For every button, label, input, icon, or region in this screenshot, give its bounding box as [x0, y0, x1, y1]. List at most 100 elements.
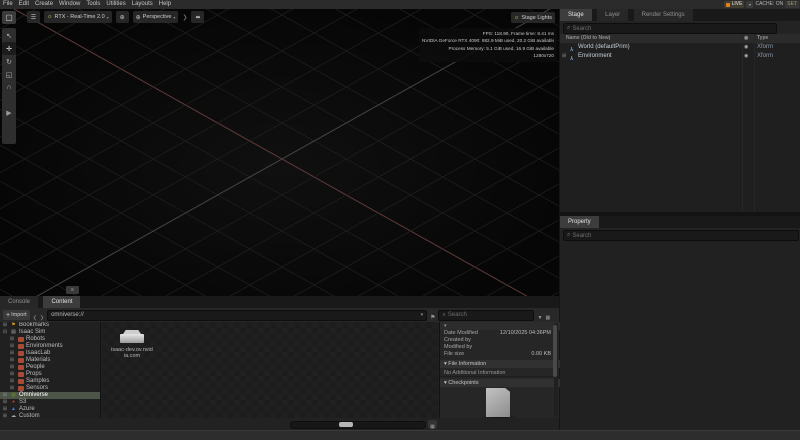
menu-edit[interactable]: Edit — [16, 0, 32, 9]
settings-label[interactable]: SET — [785, 1, 799, 8]
tree-item-sensors[interactable]: ⊞ Sensors — [0, 385, 100, 392]
live-dropdown-caret-icon[interactable]: ▾ — [746, 1, 753, 8]
tab-property[interactable]: Property — [560, 216, 599, 228]
folder-icon — [18, 386, 24, 391]
expander-icon[interactable]: ⊞ — [9, 364, 15, 371]
viewport-log-button[interactable]: ≡ — [66, 286, 79, 294]
grid-view-button[interactable] — [428, 420, 437, 428]
rotate-tool-button[interactable]: ↻ — [2, 55, 16, 68]
content-search-input[interactable]: Search — [438, 310, 534, 321]
content-tree[interactable]: ⊞⚑Bookmarks⊟▤Isaac Sim⊞Robots⊞Environmen… — [0, 322, 101, 418]
stage-search-input[interactable]: Search — [563, 23, 777, 34]
menu-create[interactable]: Create — [32, 0, 56, 9]
expander-icon[interactable]: ⊞ — [2, 399, 8, 406]
tree-item-label: Sensors — [26, 385, 48, 392]
expander-icon[interactable]: ⊞ — [9, 371, 15, 378]
visibility-column-icon[interactable]: ◉ — [744, 34, 748, 43]
selection-mode-button[interactable]: ▢ — [2, 11, 16, 24]
no-additional-info: No Additional Information — [440, 370, 560, 377]
prim-type: Xform — [757, 52, 773, 61]
column-name-label[interactable]: Name (Old to New) — [566, 34, 610, 43]
visibility-eye-icon[interactable]: ◉ — [744, 52, 748, 61]
stage-tree[interactable]: YWorld (defaultPrim)◉Xform⊞YEnvironment◉… — [560, 43, 800, 212]
checkpoint-file-icon[interactable] — [486, 388, 510, 417]
slider-thumb[interactable] — [339, 422, 353, 427]
expander-icon[interactable]: ⊞ — [9, 378, 15, 385]
visibility-eye-icon[interactable]: ◉ — [744, 43, 748, 52]
detail-field-row: Date Modified12/10/2025 04:36PM — [440, 330, 560, 337]
expander-icon[interactable]: ⊞ — [9, 385, 15, 392]
tab-render-settings[interactable]: Render Settings — [634, 9, 693, 21]
scale-tool-button[interactable]: ◱ — [2, 68, 16, 81]
camera-icon — [120, 14, 125, 21]
tree-item-isaac-sim[interactable]: ⊟▤Isaac Sim — [0, 329, 100, 336]
expander-icon[interactable]: ⊞ — [2, 406, 8, 413]
viewport-3d[interactable]: ☼ RTX - Real-Time 2.0 ▾ Perspective ▾ ❯ … — [0, 9, 559, 296]
expander-icon[interactable]: ⊞ — [2, 392, 8, 399]
checkpoints-header[interactable]: ▾ Checkpoints — [440, 379, 560, 387]
address-dropdown-icon[interactable] — [421, 312, 424, 318]
file-information-header[interactable]: ▾ File Information — [440, 360, 560, 368]
file-item[interactable]: isaac-dev.ov.nvidia.com — [104, 326, 160, 359]
tree-item-label: Omniverse — [19, 392, 48, 399]
tab-stage[interactable]: Stage — [560, 9, 592, 21]
tab-layer[interactable]: Layer — [597, 9, 628, 21]
play-tool-button[interactable]: ▶ — [2, 106, 16, 119]
menu-file[interactable]: File — [0, 0, 16, 9]
tab-content[interactable]: Content — [43, 296, 80, 308]
stage-row[interactable]: ⊞YEnvironment◉Xform — [560, 52, 800, 61]
camera-dropdown[interactable]: Perspective ▾ — [133, 11, 179, 23]
menu-help[interactable]: Help — [156, 0, 174, 9]
import-button[interactable]: Import — [3, 310, 30, 320]
tree-item-s3[interactable]: ⊞●S3 — [0, 399, 100, 406]
address-bar[interactable]: omniverse:// — [47, 310, 427, 321]
live-sync-button[interactable]: LIVE — [724, 1, 745, 8]
tree-item-people[interactable]: ⊞People — [0, 364, 100, 371]
menu-right-cluster: LIVE ▾ CACHE: ON SET — [724, 0, 800, 9]
folder-icon — [18, 379, 24, 384]
scrollbar-thumb[interactable] — [553, 325, 557, 377]
property-search-input[interactable]: Search — [563, 230, 799, 241]
grid-line — [0, 247, 559, 297]
tree-item-props[interactable]: ⊞Props — [0, 371, 100, 378]
expander-icon[interactable]: ⊟ — [2, 329, 8, 336]
expander-icon[interactable]: ⊞ — [9, 336, 15, 343]
cache-status[interactable]: CACHE: ON — [755, 0, 783, 9]
file-name: isaac-dev.ov.nvidia.com — [111, 347, 153, 359]
tree-item-omniverse[interactable]: ⊞◎Omniverse — [0, 392, 100, 399]
menu-utilities[interactable]: Utilities — [103, 0, 128, 9]
file-grid[interactable]: isaac-dev.ov.nvidia.com — [102, 322, 438, 418]
tree-item-isaaclab[interactable]: ⊞IsaacLab — [0, 350, 100, 357]
viewport-menu-button[interactable] — [27, 11, 40, 23]
tree-item-robots[interactable]: ⊞Robots — [0, 336, 100, 343]
expander-icon[interactable]: ⊞ — [9, 350, 15, 357]
menu-layouts[interactable]: Layouts — [129, 0, 156, 9]
stage-row[interactable]: YWorld (defaultPrim)◉Xform — [560, 43, 800, 52]
expander-icon[interactable]: ⊞ — [9, 343, 15, 350]
column-type-label[interactable]: Type — [757, 34, 768, 43]
move-tool-button[interactable]: ✛ — [2, 42, 16, 55]
tree-item-materials[interactable]: ⊞Materials — [0, 357, 100, 364]
stage-lights-label: Stage Lights — [521, 15, 552, 21]
tree-item-bookmarks[interactable]: ⊞⚑Bookmarks — [0, 322, 100, 329]
menu-window[interactable]: Window — [56, 0, 83, 9]
select-tool-button[interactable]: ↖ — [2, 29, 16, 42]
details-scrollbar[interactable] — [554, 323, 558, 417]
stage-lights-button[interactable]: ☼ Stage Lights — [511, 12, 555, 23]
expander-icon[interactable]: ⊞ — [9, 357, 15, 364]
aspect-ratio-button[interactable] — [191, 11, 204, 23]
details-collapse-row[interactable]: ▾ — [440, 322, 560, 330]
tree-item-environments[interactable]: ⊞Environments — [0, 343, 100, 350]
snap-tool-button[interactable]: ∩ — [2, 81, 16, 94]
prim-name: World (defaultPrim) — [578, 43, 630, 52]
detail-field-row: File size0.00 KB — [440, 351, 560, 358]
tree-item-azure[interactable]: ⊞▲Azure — [0, 406, 100, 413]
menu-tools[interactable]: Tools — [83, 0, 103, 9]
camera-settings-button[interactable] — [116, 11, 129, 23]
expander-icon[interactable]: ⊞ — [2, 322, 8, 329]
thumbnail-size-slider[interactable] — [290, 421, 426, 429]
tree-item-samples[interactable]: ⊞Samples — [0, 378, 100, 385]
property-tab-bar: Property — [560, 216, 800, 228]
renderer-dropdown[interactable]: ☼ RTX - Real-Time 2.0 ▾ — [44, 11, 112, 23]
expander-icon[interactable]: ⊞ — [562, 52, 566, 61]
